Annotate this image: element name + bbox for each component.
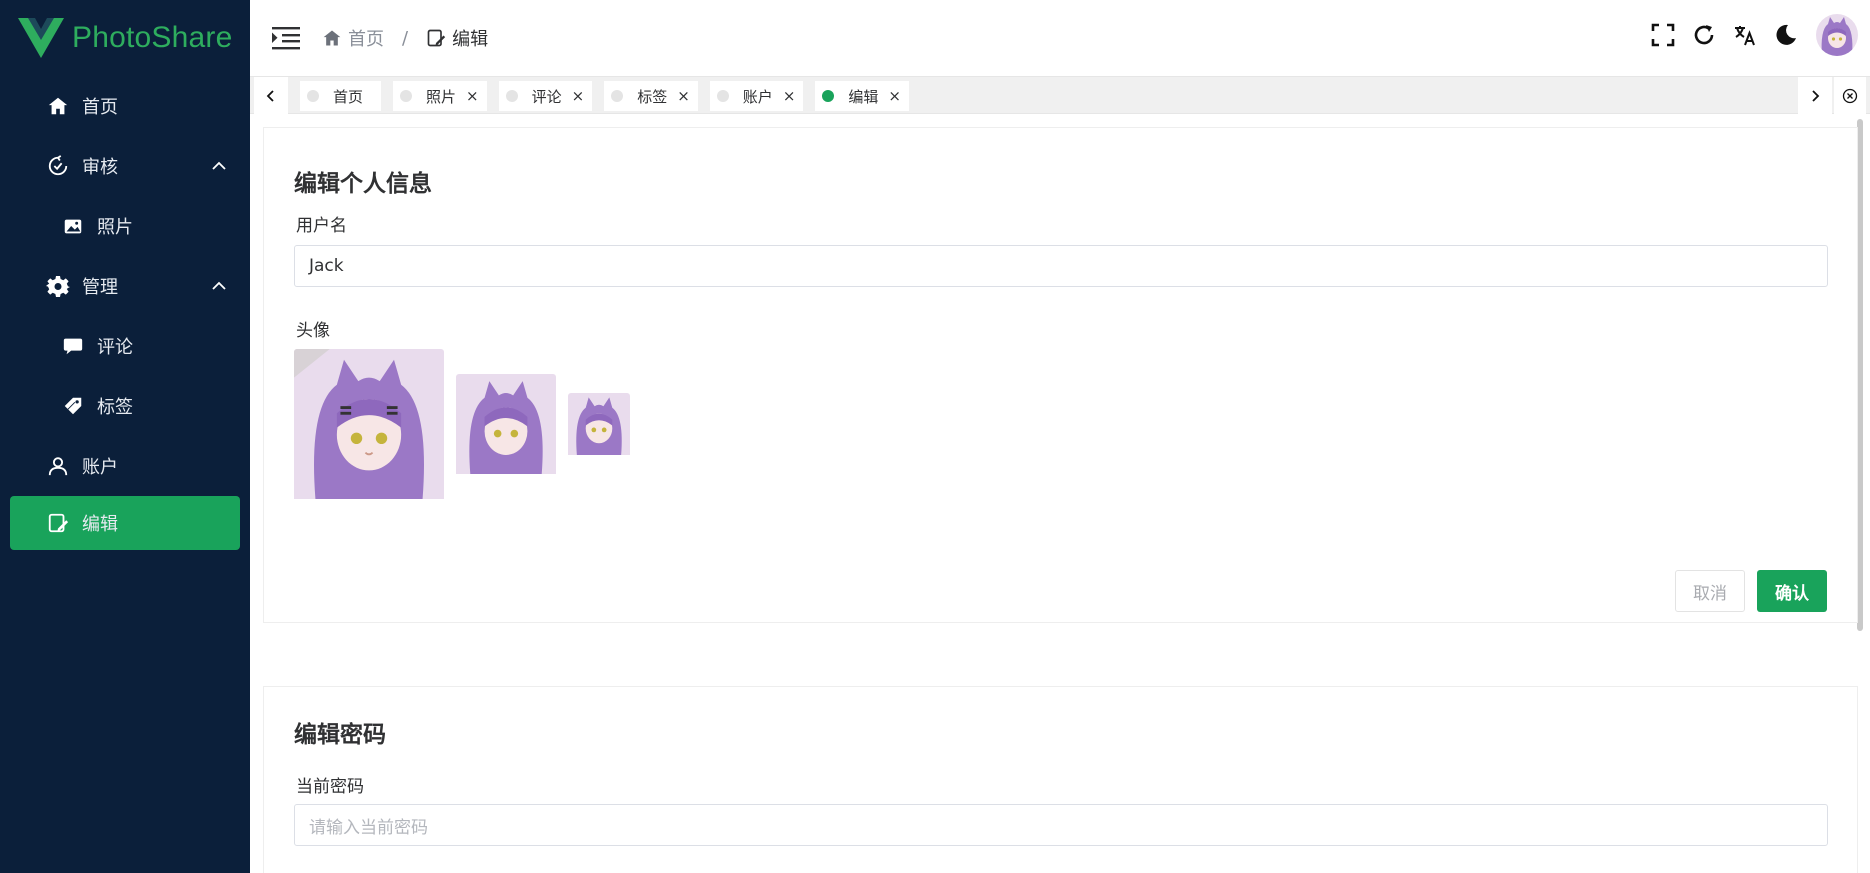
translate-icon[interactable] <box>1732 22 1758 48</box>
breadcrumb-home-label: 首页 <box>348 29 384 50</box>
tab-status-dot <box>505 90 518 102</box>
sidebar-item-label: 照片 <box>97 217 133 238</box>
breadcrumb: 首页 / 编辑 <box>322 25 488 51</box>
header-tools <box>1650 14 1858 56</box>
tabs-bar: 首页 照片 × 评论 × 标签 × 账户 × 编辑 × <box>250 76 1870 114</box>
tab-status-dot <box>611 90 624 102</box>
chevron-right-icon <box>1812 89 1820 102</box>
profile-edit-card: 编辑个人信息 用户名 Jack 头像 取消 确认 <box>263 127 1858 623</box>
tag-icon <box>61 394 85 418</box>
tabs-scroll-left-button[interactable] <box>254 77 288 114</box>
sidebar-item-tags[interactable]: 标签 <box>0 376 250 436</box>
sidebar-item-label: 编辑 <box>82 514 118 535</box>
breadcrumb-current-label: 编辑 <box>452 29 489 50</box>
sidebar-item-label: 管理 <box>82 277 118 298</box>
tab-tags[interactable]: 标签 × <box>604 81 698 111</box>
tab-status-dot <box>400 90 413 102</box>
tabs-scroll-right-button[interactable] <box>1798 77 1832 114</box>
sidebar-item-home[interactable]: 首页 <box>0 76 250 136</box>
username-label: 用户名 <box>296 216 347 236</box>
vue-logo-icon <box>18 18 64 58</box>
tab-label: 编辑 <box>848 87 879 106</box>
profile-card-title: 编辑个人信息 <box>294 171 432 197</box>
comment-icon <box>61 334 85 358</box>
refresh-icon[interactable] <box>1691 22 1717 48</box>
tab-status-dot <box>822 90 835 102</box>
tab-account[interactable]: 账户 × <box>709 81 804 111</box>
tab-label: 照片 <box>426 87 457 106</box>
username-input[interactable]: Jack <box>294 245 1828 287</box>
sidebar-menu: 首页 审核 照片 管理 评论 标签 账户 编辑 <box>0 76 250 550</box>
menu-toggle-icon[interactable] <box>272 25 300 51</box>
main-content: 编辑个人信息 用户名 Jack 头像 取消 确认 编辑密码 当前密码 请输入当前… <box>250 115 1870 873</box>
tab-home[interactable]: 首页 <box>300 81 382 111</box>
logo[interactable]: PhotoShare <box>0 0 250 76</box>
password-edit-card: 编辑密码 当前密码 请输入当前密码 <box>263 686 1858 873</box>
avatar-preview-small[interactable] <box>568 393 630 459</box>
circle-close-icon <box>1842 88 1858 103</box>
sidebar-item-photos[interactable]: 照片 <box>0 196 250 256</box>
sidebar-item-label: 评论 <box>97 337 133 358</box>
tab-close-icon[interactable]: × <box>466 87 479 105</box>
tab-label: 评论 <box>531 87 562 106</box>
tab-comments[interactable]: 评论 × <box>498 81 593 111</box>
tab-close-icon[interactable]: × <box>572 87 585 105</box>
tab-status-dot <box>716 90 729 102</box>
avatar-preview-medium[interactable] <box>456 374 556 478</box>
home-icon <box>323 30 341 46</box>
chevron-left-icon <box>266 89 274 102</box>
sidebar-item-manage[interactable]: 管理 <box>0 256 250 316</box>
tab-close-icon[interactable]: × <box>677 87 690 105</box>
tab-label: 账户 <box>742 87 773 106</box>
current-password-label: 当前密码 <box>296 777 364 797</box>
sidebar-item-label: 标签 <box>97 397 133 418</box>
tab-photos[interactable]: 照片 × <box>393 81 487 111</box>
fullscreen-icon[interactable] <box>1650 22 1676 48</box>
sidebar-item-review[interactable]: 审核 <box>0 136 250 196</box>
sidebar-item-account[interactable]: 账户 <box>0 436 250 496</box>
close-all-tabs-button[interactable] <box>1834 77 1866 114</box>
chevron-up-icon <box>212 281 226 290</box>
edit-icon <box>427 29 446 47</box>
sidebar: PhotoShare 首页 审核 照片 管理 评论 标签 账户 编辑 <box>0 0 250 873</box>
top-header: 首页 / 编辑 <box>250 0 1870 76</box>
tab-label: 标签 <box>637 87 668 106</box>
avatar-previews <box>294 349 642 503</box>
avatar-preview-large[interactable] <box>294 349 444 503</box>
tabs: 首页 照片 × 评论 × 标签 × 账户 × 编辑 × <box>300 81 921 111</box>
avatar-label: 头像 <box>296 321 330 341</box>
confirm-button[interactable]: 确认 <box>1757 570 1827 612</box>
sidebar-item-label: 账户 <box>82 457 118 478</box>
edit-icon <box>46 511 70 535</box>
breadcrumb-separator: / <box>402 27 409 49</box>
password-card-title: 编辑密码 <box>294 722 386 748</box>
tab-label: 首页 <box>333 87 364 106</box>
dark-mode-moon-icon[interactable] <box>1773 22 1799 48</box>
current-password-input[interactable]: 请输入当前密码 <box>294 804 1828 846</box>
user-avatar[interactable] <box>1816 14 1858 56</box>
refresh-check-icon <box>46 154 70 178</box>
sidebar-item-edit[interactable]: 编辑 <box>10 496 240 550</box>
tab-close-icon[interactable]: × <box>888 87 901 105</box>
tab-edit[interactable]: 编辑 × <box>815 81 909 111</box>
user-icon <box>46 454 70 478</box>
breadcrumb-home[interactable]: 首页 <box>322 25 384 51</box>
chevron-up-icon <box>212 161 226 170</box>
brand-name: PhotoShare <box>72 21 233 54</box>
sidebar-item-label: 首页 <box>82 97 118 118</box>
home-icon <box>46 94 70 118</box>
cancel-button[interactable]: 取消 <box>1675 570 1745 612</box>
sidebar-item-label: 审核 <box>82 157 118 178</box>
image-icon <box>61 214 85 238</box>
tab-status-dot <box>307 90 319 102</box>
gear-icon <box>46 274 70 298</box>
tab-close-icon[interactable]: × <box>783 87 796 105</box>
sidebar-item-comments[interactable]: 评论 <box>0 316 250 376</box>
breadcrumb-current: 编辑 <box>426 25 488 51</box>
